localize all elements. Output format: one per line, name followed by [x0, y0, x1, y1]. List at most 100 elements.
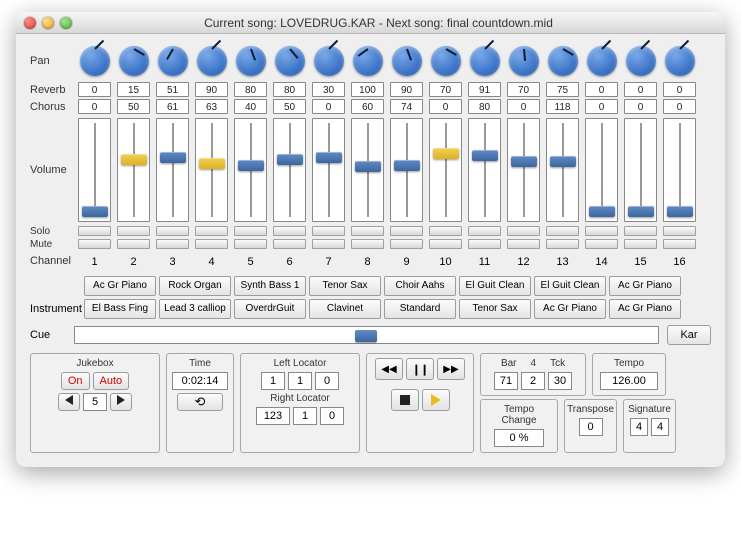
- reverb-value[interactable]: 15: [117, 82, 150, 97]
- reverb-value[interactable]: 100: [351, 82, 384, 97]
- reverb-value[interactable]: 90: [390, 82, 423, 97]
- mute-button[interactable]: [351, 239, 384, 249]
- loop-button[interactable]: [177, 393, 223, 411]
- right-locator-value[interactable]: 0: [320, 407, 344, 425]
- solo-button[interactable]: [117, 226, 150, 236]
- volume-slider[interactable]: [507, 118, 540, 222]
- instrument-button[interactable]: Standard: [384, 299, 456, 319]
- chorus-value[interactable]: 61: [156, 99, 189, 114]
- bar-tck-value[interactable]: 30: [548, 372, 572, 390]
- reverb-value[interactable]: 51: [156, 82, 189, 97]
- solo-button[interactable]: [234, 226, 267, 236]
- volume-slider[interactable]: [117, 118, 150, 222]
- reverb-value[interactable]: 0: [78, 82, 111, 97]
- volume-thumb[interactable]: [667, 206, 693, 217]
- volume-thumb[interactable]: [550, 156, 576, 167]
- instrument-button[interactable]: Lead 3 calliop: [159, 299, 231, 319]
- mute-button[interactable]: [156, 239, 189, 249]
- chorus-value[interactable]: 63: [195, 99, 228, 114]
- solo-button[interactable]: [273, 226, 306, 236]
- solo-button[interactable]: [546, 226, 579, 236]
- instrument-button[interactable]: Rock Organ: [159, 276, 231, 296]
- reverb-value[interactable]: 91: [468, 82, 501, 97]
- chorus-value[interactable]: 40: [234, 99, 267, 114]
- mute-button[interactable]: [273, 239, 306, 249]
- pan-knob[interactable]: [80, 46, 110, 76]
- pan-knob[interactable]: [314, 46, 344, 76]
- pan-knob[interactable]: [626, 46, 656, 76]
- solo-button[interactable]: [585, 226, 618, 236]
- volume-slider[interactable]: [312, 118, 345, 222]
- chorus-value[interactable]: 0: [663, 99, 696, 114]
- reverb-value[interactable]: 90: [195, 82, 228, 97]
- pan-knob[interactable]: [665, 46, 695, 76]
- volume-thumb[interactable]: [238, 160, 264, 171]
- solo-button[interactable]: [468, 226, 501, 236]
- volume-thumb[interactable]: [199, 158, 225, 169]
- pan-knob[interactable]: [197, 46, 227, 76]
- pause-button[interactable]: [406, 358, 434, 380]
- instrument-button[interactable]: El Bass Fing: [84, 299, 156, 319]
- left-locator-value[interactable]: 0: [315, 372, 339, 390]
- signature-b[interactable]: 4: [651, 418, 669, 436]
- instrument-button[interactable]: Ac Gr Piano: [84, 276, 156, 296]
- transpose-display[interactable]: 0: [579, 418, 603, 436]
- volume-slider[interactable]: [390, 118, 423, 222]
- jukebox-prev-button[interactable]: [58, 393, 80, 411]
- instrument-button[interactable]: OverdrGuit: [234, 299, 306, 319]
- volume-slider[interactable]: [663, 118, 696, 222]
- reverb-value[interactable]: 0: [624, 82, 657, 97]
- tempo-change-display[interactable]: 0 %: [494, 429, 544, 447]
- mute-button[interactable]: [585, 239, 618, 249]
- mute-button[interactable]: [663, 239, 696, 249]
- pan-knob[interactable]: [353, 46, 383, 76]
- volume-slider[interactable]: [195, 118, 228, 222]
- signature-a[interactable]: 4: [630, 418, 648, 436]
- mute-button[interactable]: [117, 239, 150, 249]
- solo-button[interactable]: [78, 226, 111, 236]
- rewind-button[interactable]: [375, 358, 403, 380]
- pan-knob[interactable]: [392, 46, 422, 76]
- reverb-value[interactable]: 80: [273, 82, 306, 97]
- solo-button[interactable]: [507, 226, 540, 236]
- forward-button[interactable]: [437, 358, 465, 380]
- chorus-value[interactable]: 60: [351, 99, 384, 114]
- chorus-value[interactable]: 0: [624, 99, 657, 114]
- volume-slider[interactable]: [585, 118, 618, 222]
- chorus-value[interactable]: 0: [312, 99, 345, 114]
- jukebox-auto-button[interactable]: Auto: [93, 372, 130, 390]
- mute-button[interactable]: [312, 239, 345, 249]
- solo-button[interactable]: [312, 226, 345, 236]
- volume-thumb[interactable]: [82, 206, 108, 217]
- mute-button[interactable]: [390, 239, 423, 249]
- zoom-icon[interactable]: [60, 17, 72, 29]
- instrument-button[interactable]: Choir Aahs: [384, 276, 456, 296]
- reverb-value[interactable]: 80: [234, 82, 267, 97]
- pan-knob[interactable]: [509, 46, 539, 76]
- minimize-icon[interactable]: [42, 17, 54, 29]
- volume-thumb[interactable]: [277, 154, 303, 165]
- chorus-value[interactable]: 0: [78, 99, 111, 114]
- solo-button[interactable]: [624, 226, 657, 236]
- volume-slider[interactable]: [351, 118, 384, 222]
- pan-knob[interactable]: [236, 46, 266, 76]
- pan-knob[interactable]: [158, 46, 188, 76]
- mute-button[interactable]: [429, 239, 462, 249]
- instrument-button[interactable]: Ac Gr Piano: [609, 276, 681, 296]
- volume-thumb[interactable]: [589, 206, 615, 217]
- solo-button[interactable]: [195, 226, 228, 236]
- volume-thumb[interactable]: [628, 206, 654, 217]
- volume-slider[interactable]: [468, 118, 501, 222]
- volume-slider[interactable]: [273, 118, 306, 222]
- volume-slider[interactable]: [429, 118, 462, 222]
- jukebox-index[interactable]: 5: [83, 393, 107, 411]
- instrument-button[interactable]: El Guit Clean: [459, 276, 531, 296]
- volume-slider[interactable]: [156, 118, 189, 222]
- reverb-value[interactable]: 75: [546, 82, 579, 97]
- volume-thumb[interactable]: [394, 160, 420, 171]
- chorus-value[interactable]: 0: [429, 99, 462, 114]
- right-locator-value[interactable]: 1: [293, 407, 317, 425]
- right-locator-value[interactable]: 123: [256, 407, 290, 425]
- jukebox-next-button[interactable]: [110, 393, 132, 411]
- volume-thumb[interactable]: [355, 161, 381, 172]
